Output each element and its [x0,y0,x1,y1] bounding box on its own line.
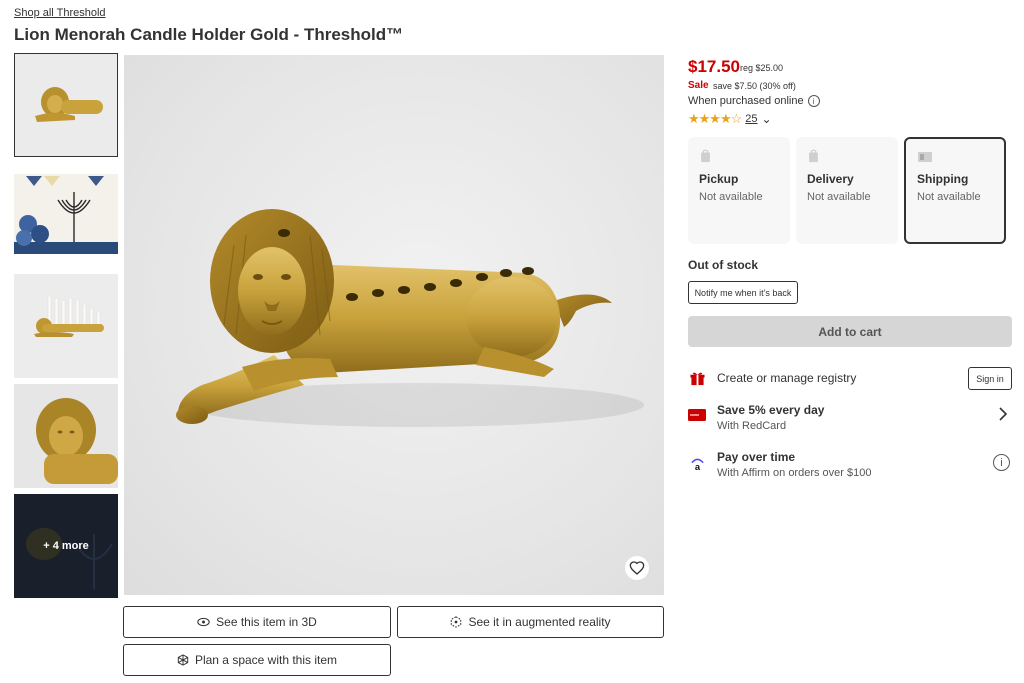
pickup-label: Pickup [699,172,739,186]
savings-text: save $7.50 (30% off) [713,81,796,91]
fulfillment-delivery[interactable]: Delivery Not available [796,137,898,244]
info-icon[interactable]: i [807,95,820,107]
ar-cube-icon [451,616,462,628]
affirm-subtitle: With Affirm on orders over $100 [717,467,872,479]
shipping-status: Not available [917,191,981,203]
view-3d-button[interactable]: See this item in 3D [123,606,391,638]
svg-text:a: a [694,462,700,472]
heart-icon [629,561,645,575]
chevron-down-icon[interactable]: ⌄ [762,113,772,125]
plan-space-button[interactable]: Plan a space with this item [123,644,391,676]
scene-thumbnail-image [14,164,118,268]
view-3d-label: See this item in 3D [216,615,317,629]
chevron-right-icon[interactable] [998,407,1008,421]
notify-me-button[interactable]: Notify me when it’s back [688,281,798,304]
sign-in-button[interactable]: Sign in [968,367,1012,390]
stock-status: Out of stock [688,258,759,272]
page-title: Lion Menorah Candle Holder Gold - Thresh… [14,25,404,44]
ar-label: See it in augmented reality [468,615,611,629]
regular-price: reg $25.00 [740,63,784,73]
thumbnail-3[interactable] [14,274,118,378]
lion-thumbnail-image [15,54,117,156]
more-images-label: + 4 more [43,540,89,552]
room-cube-icon [177,654,189,666]
gift-icon [688,369,706,387]
thumbnail-1[interactable] [14,53,118,157]
redcard-icon [688,406,706,424]
more-images-tile[interactable]: + 4 more [14,494,118,598]
lion-closeup-thumbnail-image [14,384,118,488]
current-price: $17.50 [688,57,740,76]
affirm-title: Pay over time [717,450,796,464]
affirm-icon: a [688,455,706,473]
purchase-condition-text: When purchased online [688,95,804,107]
add-to-cart-button[interactable]: Add to cart [688,316,1012,347]
plan-space-label: Plan a space with this item [194,653,338,667]
pickup-status: Not available [699,191,763,203]
redcard-subtitle: With RedCard [717,420,787,432]
store-icon [701,149,710,163]
star-rating-icon: ★★★★☆ [688,111,742,126]
delivery-status: Not available [807,191,871,203]
redcard-title: Save 5% every day [717,403,825,417]
registry-row[interactable]: Create or manage registry Sign in [688,367,1012,390]
box-icon [918,152,932,162]
fulfillment-shipping[interactable]: Shipping Not available [904,137,1006,244]
thumbnail-2[interactable] [14,164,118,268]
delivery-label: Delivery [807,172,854,186]
menorah-candles-thumbnail-image [14,274,118,378]
registry-label[interactable]: Create or manage registry [717,371,856,385]
redcard-row[interactable]: Save 5% every day With RedCard [688,403,1012,432]
bag-icon [809,149,818,163]
affirm-row[interactable]: a Pay over time With Affirm on orders ov… [688,450,1012,479]
breadcrumb[interactable]: Shop all Threshold [14,7,106,19]
augmented-reality-button[interactable]: See it in augmented reality [397,606,664,638]
main-product-image[interactable] [124,55,664,595]
fulfillment-pickup[interactable]: Pickup Not available [688,137,790,244]
rating[interactable]: ★★★★☆ 25 ⌄ [688,111,772,127]
lion-menorah-image [176,209,644,427]
favorite-button[interactable] [625,556,649,580]
thumbnail-4[interactable] [14,384,118,488]
purchase-condition: When purchased online i [688,95,820,107]
review-count[interactable]: 25 [745,113,757,125]
sale-label: Sale [688,80,709,91]
affirm-info-icon[interactable]: i [993,454,1010,471]
shipping-label: Shipping [917,172,969,186]
3d-eye-icon [197,617,210,627]
